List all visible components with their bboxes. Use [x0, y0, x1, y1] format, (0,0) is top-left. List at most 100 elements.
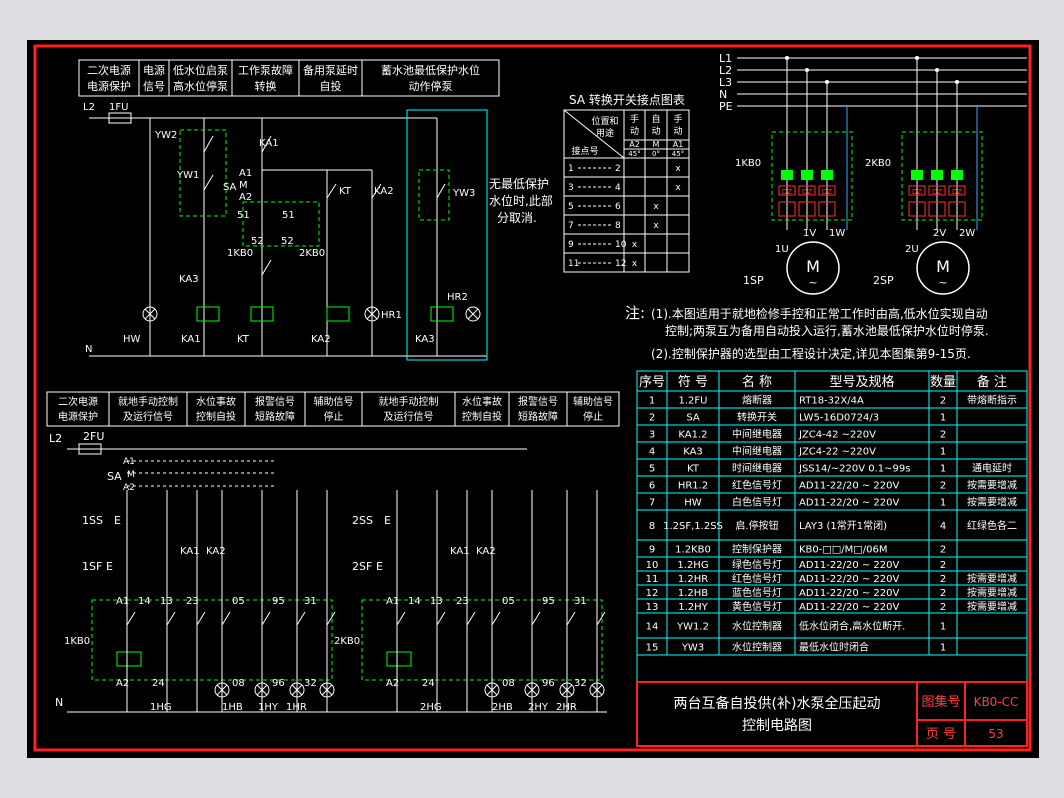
bottom-m: M	[127, 470, 135, 480]
kb0_1-motor-sym: ~	[808, 276, 817, 289]
left-e1: E	[114, 514, 121, 527]
bottom-header-7: 报警信号	[518, 395, 558, 408]
kb0_2-motor-m: M	[936, 257, 950, 276]
parts-cell-13-2: 水位控制器	[732, 620, 782, 633]
parts-cell-2-2: 中间继电器	[732, 428, 782, 441]
sa-switch-table: SA 转换开关接点图表 位置和用途接点号手动A245°自动M0°手动A145°1…	[563, 92, 690, 273]
bottom-header-2: 水位事故	[196, 395, 236, 408]
notes-prefix: 注:	[625, 304, 645, 322]
parts-cell-14-3: 最低水位时闭合	[799, 641, 869, 654]
parts-cell-8-4: 2	[940, 545, 946, 556]
kb0_1-motor-name: 1SP	[743, 274, 764, 287]
top-label-yw2: YW2	[154, 130, 177, 141]
bottom-a2: A2	[123, 483, 135, 493]
notes-block: 注: (1).本图适用于就地检修手控和正常工作时由高,低水位实现自动 控制;两泵…	[625, 304, 989, 361]
drawing-canvas: 二次电源 电源保护 电源 信号 低水位启泵 高水位停泵 工作泵故障 转换 备用泵延时 自投 蓄水池最…	[27, 40, 1039, 758]
parts-cell-4-5: 通电延时	[972, 462, 1012, 475]
bottom-header-8: 辅助信号	[573, 395, 613, 408]
left-t23: 23	[186, 596, 199, 607]
right-lamp-l1: 2HG	[420, 702, 442, 713]
parts-cell-4-3: JSS14/~220V 0.1~99s	[798, 464, 910, 475]
left-sf: 1SF	[82, 560, 102, 573]
parts-cell-1-1: SA	[686, 413, 700, 424]
kb0_1-u: 1U	[775, 244, 789, 255]
parts-cell-12-5: 按需要增减	[967, 600, 1017, 613]
sa-row-no-0: 1	[568, 164, 574, 174]
sa-head1-1: 手	[630, 113, 639, 125]
kb0_1-w: 1W	[829, 228, 845, 239]
parts-cell-10-3: AD11-22/20 ~ 220V	[799, 574, 900, 585]
left-t95: 95	[272, 596, 285, 607]
parts-cell-5-5: 按需要增减	[967, 479, 1017, 492]
left-ss: 1SS	[82, 514, 103, 527]
top-label-m: M	[239, 180, 248, 191]
parts-cell-5-0: 6	[649, 481, 655, 492]
parts-cell-3-1: KA3	[683, 447, 703, 458]
left-t05: 05	[232, 596, 245, 607]
sa-row-to-5: 12	[615, 259, 626, 269]
top-label-ka3c: KA3	[415, 334, 435, 345]
top-label-a2: A2	[239, 192, 252, 203]
no-lowest-level-note-1: 无最低保护	[489, 177, 549, 191]
bottom-header-6: 水位事故	[462, 395, 502, 408]
parts-cell-0-2: 熔断器	[742, 394, 772, 407]
left-b08: 08	[232, 678, 245, 689]
left-lamp-l1: 1HG	[150, 702, 172, 713]
bottom-header-4: 辅助信号	[314, 395, 354, 408]
right-ka2: KA2	[476, 546, 496, 557]
top-label-sa: SA	[223, 182, 237, 193]
parts-cell-8-2: 控制保护器	[732, 543, 782, 556]
parts-cell-12-3: AD11-22/20 ~ 220V	[799, 602, 900, 613]
top-header-4: 备用泵延时	[303, 63, 358, 77]
right-t14: 14	[408, 596, 421, 607]
kb0_1-v: 1V	[803, 228, 816, 239]
right-b96: 96	[542, 678, 555, 689]
bottom-header-0: 二次电源	[58, 395, 98, 408]
parts-cell-5-4: 2	[940, 481, 946, 492]
kb0_1-relay-1: DZ	[802, 188, 812, 196]
parts-cell-10-0: 11	[646, 574, 659, 585]
parts-cell-7-1: 1.2SF,1.2SS	[663, 521, 723, 532]
top-label-s52: 52	[251, 236, 264, 247]
parts-cell-1-3: LW5-16D0724/3	[799, 413, 879, 424]
parts-cell-7-5: 红绿色各二	[967, 519, 1017, 532]
parts-cell-11-5: 按需要增减	[967, 586, 1017, 599]
sa-deg-3: 45°	[672, 150, 684, 158]
top-label-s52b: 52	[281, 236, 294, 247]
left-t31: 31	[304, 596, 317, 607]
parts-cell-13-4: 1	[940, 622, 946, 633]
parts-cell-13-1: YW1.2	[676, 622, 709, 633]
page-value: 53	[988, 727, 1003, 741]
sa-row-mark-3: x	[653, 221, 659, 231]
top-header-3: 工作泵故障	[238, 63, 293, 77]
right-t_a1: A1	[386, 596, 399, 607]
parts-cell-13-0: 14	[646, 622, 659, 633]
top-header-2: 低水位启泵	[173, 63, 228, 77]
sa-header-pos: 位置和	[591, 115, 618, 127]
top-label-kb0: 1KB0	[227, 248, 253, 259]
parts-cell-6-5: 按需要增减	[967, 496, 1017, 509]
right-t31: 31	[574, 596, 587, 607]
parts-cell-6-0: 7	[649, 498, 655, 509]
parts-cell-11-3: AD11-22/20 ~ 220V	[799, 588, 900, 599]
sa-header-use: 用途	[596, 127, 614, 139]
right-ka1: KA1	[450, 546, 470, 557]
bottom-header2-6: 控制自投	[462, 410, 502, 423]
left-t14: 14	[138, 596, 151, 607]
parts-cell-6-3: AD11-22/20 ~ 220V	[799, 498, 900, 509]
top-label-hr1: HR1	[381, 310, 402, 321]
bottom-header2-7: 短路故障	[518, 410, 558, 423]
kb0_2-u: 2U	[905, 244, 919, 255]
parts-cell-11-2: 蓝色信号灯	[732, 586, 782, 599]
top-label-ka3: KA3	[179, 274, 199, 285]
sa-row-to-1: 4	[615, 183, 621, 193]
left-t_a1: A1	[116, 596, 129, 607]
bottom-header2-1: 及运行信号	[123, 410, 173, 423]
top-label-l2: L2	[83, 102, 95, 113]
bottom-sa: SA	[107, 470, 122, 483]
parts-cell-5-1: HR1.2	[678, 481, 708, 492]
parts-header-5: 备 注	[977, 374, 1007, 390]
left-e2: E	[106, 560, 113, 573]
kb0_2-v: 2V	[933, 228, 946, 239]
atlas-value: KB0-CC	[974, 695, 1019, 709]
